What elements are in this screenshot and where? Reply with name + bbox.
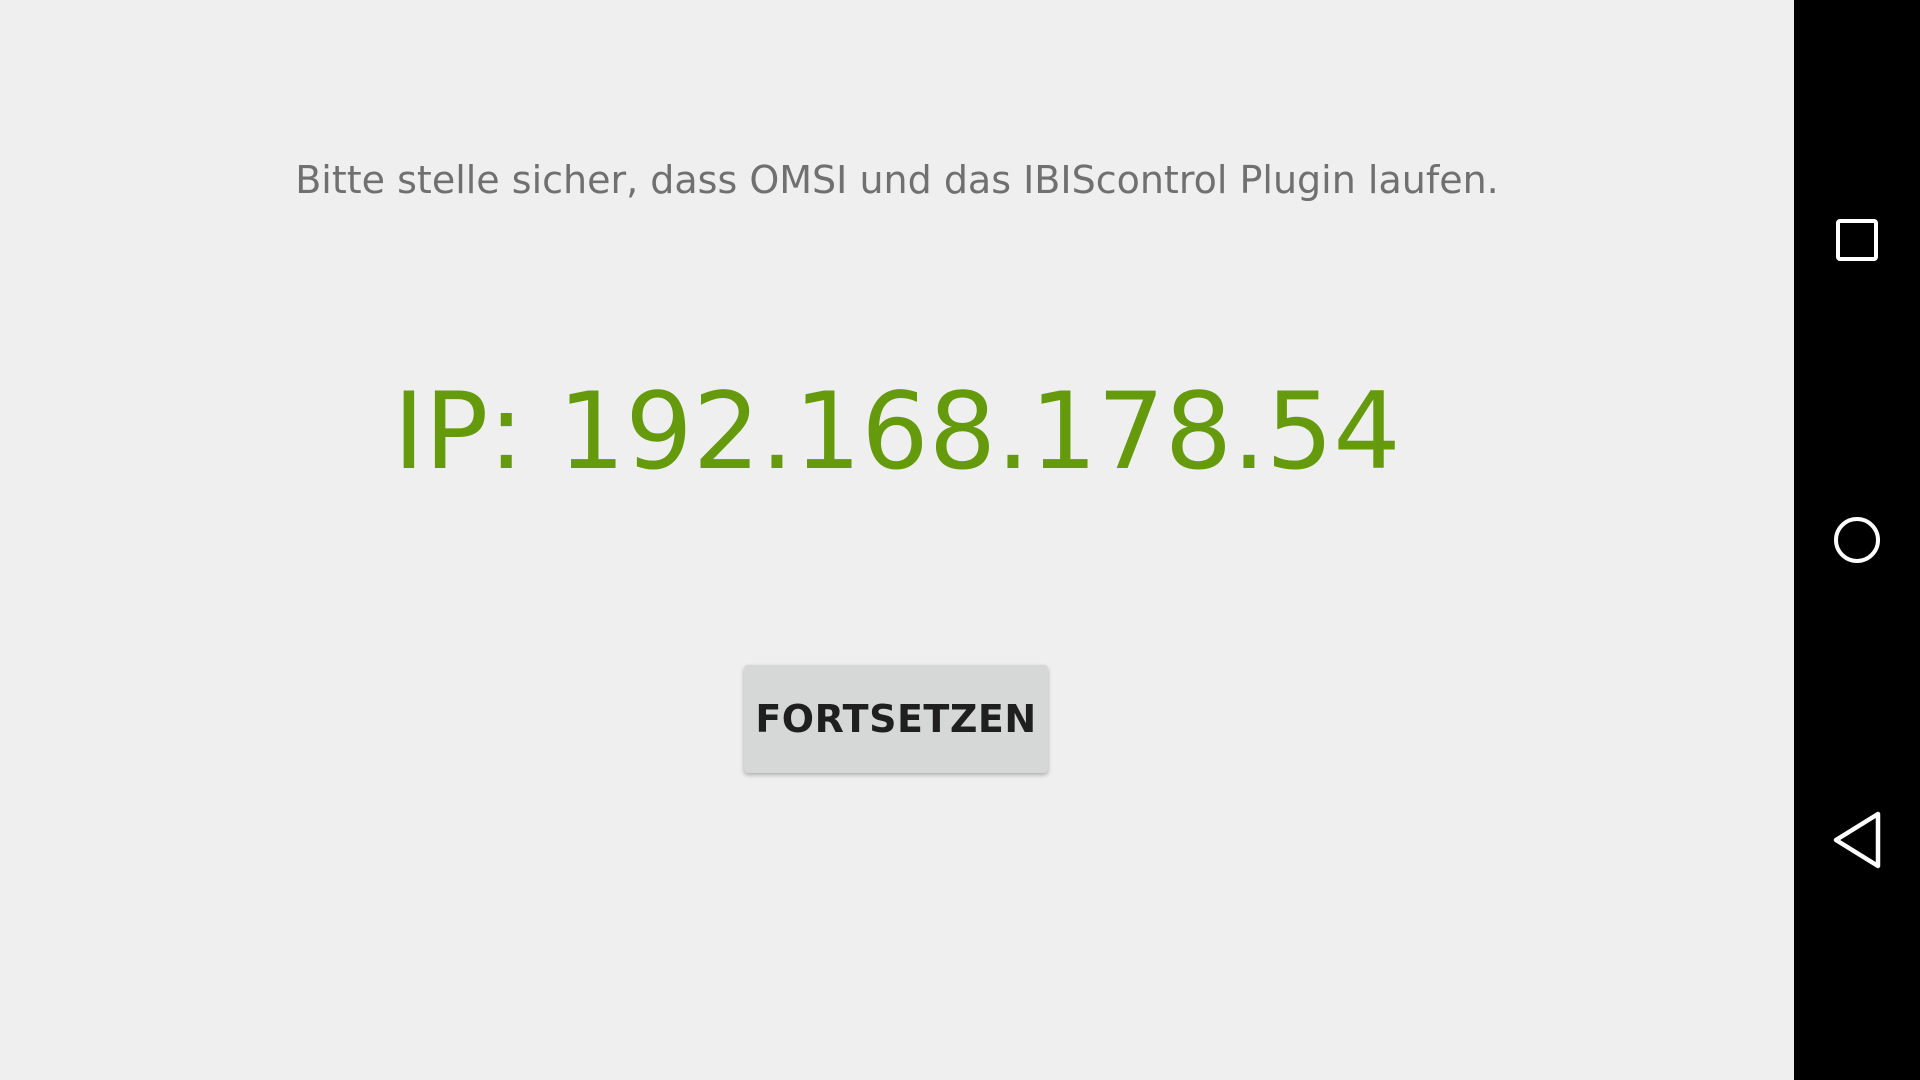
app-screen: Bitte stelle sicher, dass OMSI und das I…: [0, 0, 1920, 1080]
back-triangle-icon: [1833, 811, 1881, 869]
home-circle-icon: [1834, 517, 1880, 563]
home-button[interactable]: [1794, 480, 1920, 600]
system-navigation-bar: [1794, 0, 1920, 1080]
recents-button[interactable]: [1794, 180, 1920, 300]
main-content: Bitte stelle sicher, dass OMSI und das I…: [0, 0, 1794, 1080]
ip-address-display: IP: 192.168.178.54: [393, 370, 1401, 493]
instruction-message: Bitte stelle sicher, dass OMSI und das I…: [295, 158, 1499, 202]
continue-button[interactable]: FORTSETZEN: [744, 665, 1048, 773]
recents-square-icon: [1836, 219, 1878, 261]
back-button[interactable]: [1794, 780, 1920, 900]
